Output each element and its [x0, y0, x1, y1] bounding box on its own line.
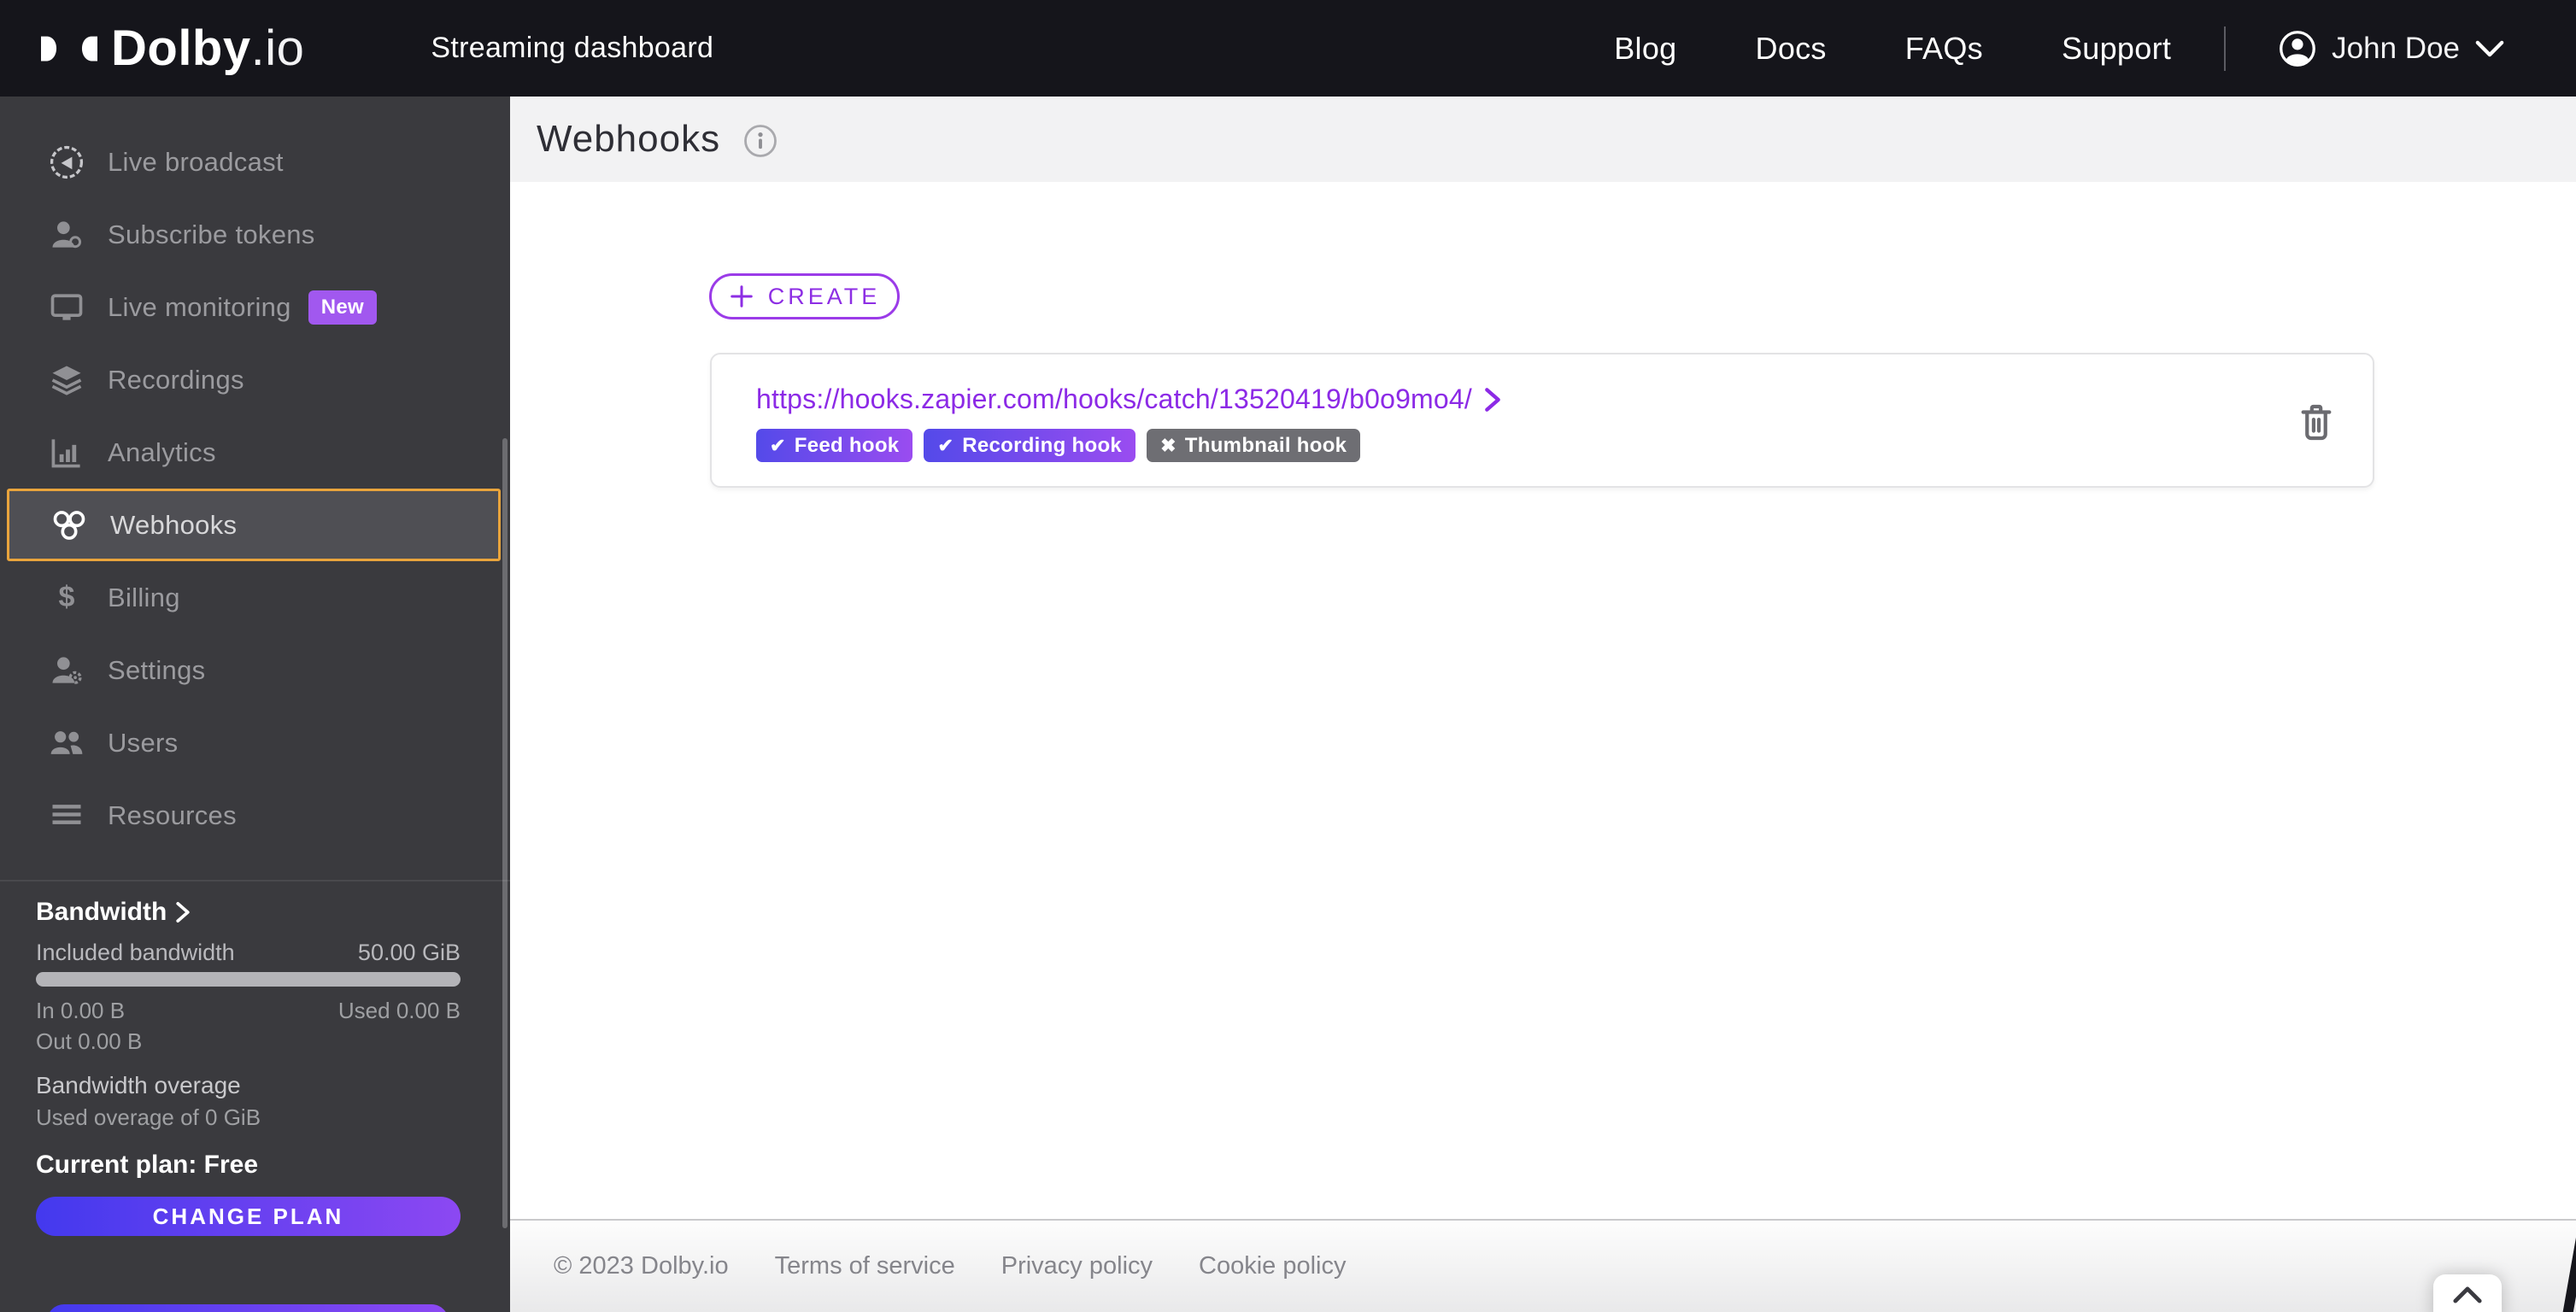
tag-thumbnail-hook: ✖ Thumbnail hook — [1147, 429, 1361, 462]
nav-blog[interactable]: Blog — [1614, 31, 1676, 67]
live-broadcast-icon — [48, 144, 85, 181]
dolby-double-d-icon — [41, 36, 97, 61]
page-header: Webhooks — [510, 97, 2576, 182]
sidebar-item-label: Resources — [108, 800, 237, 830]
bandwidth-out: Out 0.00 B — [36, 1028, 143, 1054]
webhook-url: https://hooks.zapier.com/hooks/catch/135… — [756, 384, 1473, 414]
sidebar-item-recordings[interactable]: Recordings — [0, 343, 510, 416]
subscribe-tokens-icon — [48, 216, 85, 254]
sidebar-item-label: Recordings — [108, 364, 244, 395]
tag-recording-hook: ✔ Recording hook — [924, 429, 1136, 462]
sidebar-item-users[interactable]: Users — [0, 706, 510, 779]
sidebar-scrollbar[interactable] — [502, 438, 508, 1228]
avatar-icon — [2280, 30, 2316, 67]
brand-text: Dolby.io — [111, 20, 305, 76]
sidebar-item-label: Live monitoring — [108, 291, 291, 322]
webhooks-icon — [50, 507, 88, 544]
info-icon[interactable] — [742, 123, 778, 159]
included-bandwidth-row: Included bandwidth 50.00 GiB — [36, 940, 461, 966]
new-badge: New — [308, 290, 377, 325]
check-icon: ✔ — [937, 434, 954, 456]
sidebar-item-label: Billing — [108, 582, 180, 612]
billing-icon: $ — [58, 581, 75, 613]
current-plan: Current plan: Free — [36, 1151, 259, 1179]
trash-icon — [2301, 404, 2332, 441]
webhook-card: https://hooks.zapier.com/hooks/catch/135… — [710, 353, 2374, 488]
users-icon — [48, 724, 85, 762]
dolby-logo[interactable]: Dolby.io — [41, 20, 304, 77]
sidebar-item-label: Analytics — [108, 436, 216, 467]
bandwidth-used: Used 0.00 B — [337, 998, 461, 1023]
included-bandwidth-label: Included bandwidth — [36, 940, 235, 965]
chevron-right-icon — [1485, 387, 1500, 412]
sidebar-item-label: Subscribe tokens — [108, 219, 315, 249]
sidebar-divider — [0, 880, 510, 882]
sidebar-item-billing[interactable]: $ Billing — [0, 561, 510, 634]
footer-link-privacy[interactable]: Privacy policy — [1001, 1252, 1153, 1280]
bandwidth-link[interactable]: Bandwidth — [36, 898, 461, 927]
change-plan-button[interactable]: CHANGE PLAN — [36, 1197, 461, 1236]
tag-feed-hook: ✔ Feed hook — [756, 429, 913, 462]
sidebar-item-label: Webhooks — [110, 509, 238, 540]
user-menu[interactable]: John Doe — [2279, 30, 2504, 67]
main-content: Webhooks CREATE https://hooks.zapier.com… — [510, 97, 2576, 1312]
bandwidth-in-used-row: In 0.00 B Used 0.00 B — [36, 998, 461, 1024]
analytics-icon — [48, 434, 85, 472]
bandwidth-overage-detail: Used overage of 0 GiB — [36, 1104, 261, 1130]
bandwidth-overage-title: Bandwidth overage — [36, 1072, 241, 1098]
plus-icon — [730, 285, 753, 308]
webhook-tags: ✔ Feed hook ✔ Recording hook ✖ Thumbnail… — [756, 429, 1361, 462]
top-navigation: Blog Docs FAQs Support — [1614, 31, 2171, 67]
app-title: Streaming dashboard — [431, 32, 714, 64]
check-icon: ✔ — [770, 434, 786, 456]
nav-docs[interactable]: Docs — [1756, 31, 1827, 67]
sidebar-item-subscribe-tokens[interactable]: Subscribe tokens — [0, 198, 510, 271]
sidebar-item-label: Users — [108, 727, 179, 758]
recordings-icon — [48, 361, 85, 399]
bandwidth-in: In 0.00 B — [36, 998, 126, 1023]
copyright: © 2023 Dolby.io — [554, 1252, 729, 1280]
cross-icon: ✖ — [1160, 434, 1177, 456]
settings-icon — [48, 652, 85, 689]
nav-faqs[interactable]: FAQs — [1905, 31, 1983, 67]
footer-link-cookie[interactable]: Cookie policy — [1199, 1252, 1346, 1280]
footer-link-terms[interactable]: Terms of service — [775, 1252, 955, 1280]
sidebar-item-label: Settings — [108, 654, 206, 685]
sidebar: Live broadcast Subscribe tokens Live mon… — [0, 97, 510, 1312]
footer: © 2023 Dolby.io Terms of service Privacy… — [510, 1219, 2576, 1312]
nav-support[interactable]: Support — [2062, 31, 2171, 67]
sidebar-item-analytics[interactable]: Analytics — [0, 416, 510, 489]
scroll-to-top-button[interactable] — [2433, 1274, 2502, 1312]
sidebar-item-live-broadcast[interactable]: Live broadcast — [0, 126, 510, 198]
chevron-down-icon — [2475, 40, 2504, 56]
page-title: Webhooks — [537, 118, 721, 160]
cutoff-gradient-button[interactable] — [47, 1304, 449, 1312]
chevron-up-icon — [2453, 1286, 2482, 1303]
sidebar-item-label: Live broadcast — [108, 146, 284, 177]
topbar: Dolby.io Streaming dashboard Blog Docs F… — [0, 0, 2576, 97]
delete-webhook-button[interactable] — [2297, 399, 2338, 445]
chevron-right-icon — [176, 902, 190, 922]
sidebar-nav: Live broadcast Subscribe tokens Live mon… — [0, 126, 510, 852]
create-webhook-button[interactable]: CREATE — [709, 273, 900, 319]
sidebar-item-webhooks[interactable]: Webhooks — [7, 489, 501, 561]
sidebar-item-live-monitoring[interactable]: Live monitoring New — [0, 271, 510, 343]
resources-icon — [48, 797, 85, 835]
user-name: John Doe — [2332, 31, 2460, 65]
webhook-url-link[interactable]: https://hooks.zapier.com/hooks/catch/135… — [756, 384, 1501, 415]
sidebar-item-resources[interactable]: Resources — [0, 779, 510, 852]
included-bandwidth-value: 50.00 GiB — [357, 940, 461, 965]
live-monitoring-icon — [48, 289, 85, 326]
sidebar-item-settings[interactable]: Settings — [0, 634, 510, 706]
bandwidth-progress-bar — [36, 972, 461, 987]
topbar-divider — [2224, 26, 2227, 71]
